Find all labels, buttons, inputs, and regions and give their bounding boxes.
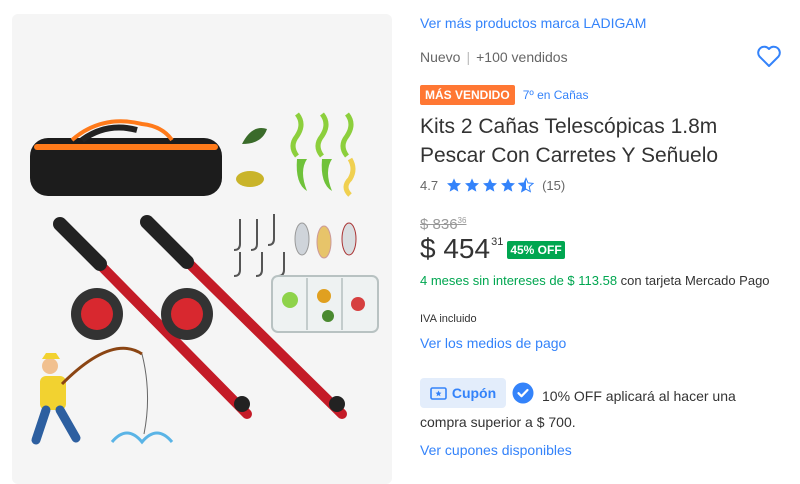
star-icon xyxy=(465,178,480,192)
price-amount: $ 454 xyxy=(420,233,491,264)
rating-average: 4.7 xyxy=(420,177,439,193)
coupon-tag[interactable]: Cupón xyxy=(420,378,506,408)
payment-methods-link[interactable]: Ver los medios de pago xyxy=(420,335,566,351)
installments-amount: 4 meses sin intereses de $ 113.58 xyxy=(420,273,618,288)
rating-count: (15) xyxy=(542,177,566,193)
tackle-box-image xyxy=(271,275,379,333)
price-cents: 31 xyxy=(491,236,504,248)
available-coupons-link[interactable]: Ver cupones disponibles xyxy=(420,442,572,458)
original-price-cents: 36 xyxy=(457,216,467,225)
sold-count: +100 vendidos xyxy=(476,49,568,65)
badges-row: MÁS VENDIDO 7º en Cañas xyxy=(420,85,588,105)
fisherman-image xyxy=(31,346,174,445)
discount-badge: 45% OFF xyxy=(507,241,565,259)
rating-stars xyxy=(446,177,535,193)
check-badge-icon xyxy=(512,382,534,404)
product-photo xyxy=(30,112,379,445)
separator: | xyxy=(466,49,471,65)
star-icon xyxy=(501,178,516,192)
star-half-icon xyxy=(518,177,535,193)
bag-image xyxy=(30,119,222,196)
current-price: $ 454 31 45% OFF xyxy=(420,231,565,267)
star-icon xyxy=(447,178,462,192)
brand-link[interactable]: Ver más productos marca LADIGAM xyxy=(420,15,646,31)
favorite-button[interactable] xyxy=(756,44,782,68)
product-title: Kits 2 Cañas Telescópicas 1.8m Pescar Co… xyxy=(420,115,719,167)
condition-line: Nuevo | +100 vendidos xyxy=(420,49,568,65)
coupon-icon xyxy=(430,386,447,400)
coupon-label: Cupón xyxy=(451,385,497,401)
lures-image xyxy=(233,112,357,277)
star-icon xyxy=(483,178,498,192)
installments-info: 4 meses sin intereses de $ 113.58 con ta… xyxy=(420,271,785,290)
condition-label: Nuevo xyxy=(420,49,461,65)
product-image[interactable] xyxy=(12,14,392,484)
heart-icon xyxy=(757,45,781,67)
best-seller-badge: MÁS VENDIDO xyxy=(420,85,515,105)
installments-card: con tarjeta Mercado Pago xyxy=(617,273,770,288)
rating-row[interactable]: 4.7 (15) xyxy=(420,177,565,193)
tax-note: IVA incluido xyxy=(420,313,477,325)
category-rank-link[interactable]: 7º en Cañas xyxy=(523,88,589,102)
